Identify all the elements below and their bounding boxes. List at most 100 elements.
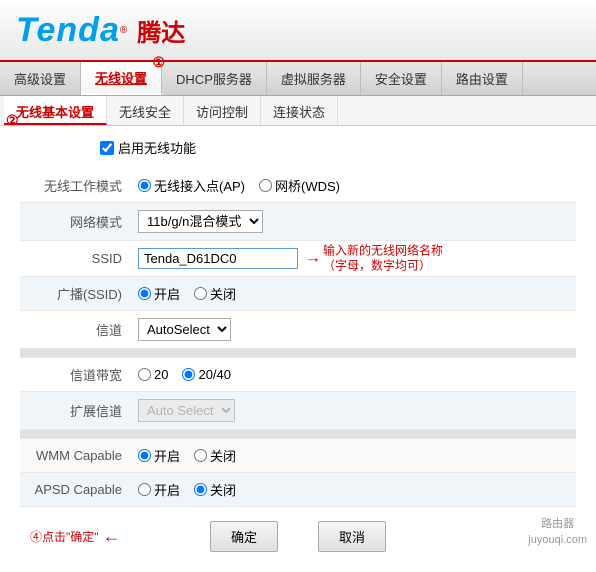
value-ssid: → 输入新的无线网络名称（字母，数字均可） [130, 241, 576, 277]
radio-broadcast-off-text: 关闭 [210, 284, 236, 303]
row-wmm: WMM Capable 开启 关闭 [20, 439, 576, 473]
radio-apsd-off[interactable] [194, 483, 207, 496]
input-ssid[interactable] [138, 248, 298, 269]
confirm-button[interactable]: 确定 [210, 521, 278, 552]
action-area: ④点击"确定" ← 确定 取消 [20, 507, 576, 560]
action-annotation: ④点击"确定" ← [30, 526, 121, 547]
value-channel: AutoSelect 1234 5678 91011 [130, 311, 576, 349]
label-channel-bw: 信道带宽 [20, 358, 130, 392]
label-apsd: APSD Capable [20, 473, 130, 507]
enable-wireless-label[interactable]: 启用无线功能 [118, 138, 196, 157]
value-apsd: 开启 关闭 [130, 473, 576, 507]
radio-bw-2040-label[interactable]: 20/40 [182, 367, 231, 382]
select-ext-channel[interactable]: Auto Select [138, 399, 235, 422]
radio-wmm-on[interactable] [138, 449, 151, 462]
radio-wmm-off[interactable] [194, 449, 207, 462]
main-nav: 高级设置 无线设置 DHCP服务器 虚拟服务器 安全设置 路由设置 [0, 62, 596, 96]
row-wireless-mode: 无线工作模式 无线接入点(AP) 网桥(WDS) [20, 169, 576, 203]
settings-table: 无线工作模式 无线接入点(AP) 网桥(WDS) 网络模式 [20, 169, 576, 507]
radio-bw-20-label[interactable]: 20 [138, 367, 168, 382]
radio-group-apsd: 开启 关闭 [138, 480, 568, 499]
nav-item-advanced[interactable]: 高级设置 [0, 62, 81, 95]
sub-nav-item-access[interactable]: 访问控制 [184, 96, 261, 125]
radio-apsd-on-label[interactable]: 开启 [138, 480, 180, 499]
radio-bw-20[interactable] [138, 368, 151, 381]
enable-wireless-checkbox[interactable] [100, 141, 114, 155]
ssid-annotation: → 输入新的无线网络名称（字母，数字均可） [305, 243, 443, 274]
radio-bw-2040-text: 20/40 [198, 367, 231, 382]
radio-broadcast-off[interactable] [194, 287, 207, 300]
select-network-mode[interactable]: 11b/g/n混合模式 11b模式 11g模式 11n模式 [138, 210, 263, 233]
radio-group-wireless-mode: 无线接入点(AP) 网桥(WDS) [138, 176, 568, 195]
enable-wireless-row: 启用无线功能 [20, 138, 576, 157]
content-area: 启用无线功能 无线工作模式 无线接入点(AP) 网桥(WDS) [0, 126, 596, 572]
label-wireless-mode: 无线工作模式 [20, 169, 130, 203]
row-broadcast: 广播(SSID) 开启 关闭 [20, 277, 576, 311]
radio-bw-20-text: 20 [154, 367, 168, 382]
row-channel-bw: 信道带宽 20 20/40 [20, 358, 576, 392]
logo-tenda-text: Tenda [16, 11, 120, 50]
nav-item-routing[interactable]: 路由设置 [442, 62, 523, 95]
row-channel: 信道 AutoSelect 1234 5678 91011 [20, 311, 576, 349]
value-wireless-mode: 无线接入点(AP) 网桥(WDS) [130, 169, 576, 203]
radio-bw-2040[interactable] [182, 368, 195, 381]
radio-apsd-off-text: 关闭 [210, 480, 236, 499]
label-broadcast: 广播(SSID) [20, 277, 130, 311]
cancel-button[interactable]: 取消 [318, 521, 386, 552]
radio-wmm-on-text: 开启 [154, 446, 180, 465]
ssid-arrow-icon: → [305, 250, 321, 268]
radio-apsd-off-label[interactable]: 关闭 [194, 480, 236, 499]
divider-2 [20, 430, 576, 439]
nav-item-virtual[interactable]: 虚拟服务器 [267, 62, 361, 95]
radio-apsd-on-text: 开启 [154, 480, 180, 499]
label-ssid: SSID [20, 241, 130, 277]
radio-broadcast-on[interactable] [138, 287, 151, 300]
radio-apsd-on[interactable] [138, 483, 151, 496]
radio-ap-text: 无线接入点(AP) [154, 176, 245, 195]
label-network-mode: 网络模式 [20, 203, 130, 241]
ssid-hint-text: 输入新的无线网络名称（字母，数字均可） [323, 243, 443, 274]
label-ext-channel: 扩展信道 [20, 392, 130, 430]
radio-wmm-off-label[interactable]: 关闭 [194, 446, 236, 465]
radio-wmm-off-text: 关闭 [210, 446, 236, 465]
value-wmm: 开启 关闭 [130, 439, 576, 473]
action-annot-text: ④点击"确定" [30, 528, 99, 545]
nav-item-wireless[interactable]: 无线设置 [81, 62, 162, 95]
value-broadcast: 开启 关闭 [130, 277, 576, 311]
row-ssid: SSID → 输入新的无线网络名称（字母，数字均可） [20, 241, 576, 277]
radio-broadcast-on-text: 开启 [154, 284, 180, 303]
radio-group-wmm: 开启 关闭 [138, 446, 568, 465]
logo-reg: ® [120, 25, 127, 36]
row-network-mode: 网络模式 11b/g/n混合模式 11b模式 11g模式 11n模式 [20, 203, 576, 241]
radio-ap[interactable] [138, 179, 151, 192]
radio-group-bw: 20 20/40 [138, 367, 568, 382]
radio-wds-label[interactable]: 网桥(WDS) [259, 176, 340, 195]
label-wmm: WMM Capable [20, 439, 130, 473]
sub-nav-item-basic[interactable]: 无线基本设置 [4, 96, 107, 125]
sub-nav: 无线基本设置 无线安全 访问控制 连接状态 [0, 96, 596, 126]
sub-nav-item-security[interactable]: 无线安全 [107, 96, 184, 125]
radio-wds[interactable] [259, 179, 272, 192]
row-ext-channel: 扩展信道 Auto Select [20, 392, 576, 430]
nav-item-dhcp[interactable]: DHCP服务器 [162, 62, 267, 95]
radio-ap-label[interactable]: 无线接入点(AP) [138, 176, 245, 195]
watermark: 路由器juyouqi.com [525, 516, 590, 549]
radio-wds-text: 网桥(WDS) [275, 176, 340, 195]
radio-broadcast-on-label[interactable]: 开启 [138, 284, 180, 303]
divider-1 [20, 349, 576, 358]
radio-broadcast-off-label[interactable]: 关闭 [194, 284, 236, 303]
logo: Tenda ® 腾达 [16, 11, 185, 50]
sub-nav-item-status[interactable]: 连接状态 [261, 96, 338, 125]
radio-wmm-on-label[interactable]: 开启 [138, 446, 180, 465]
header: Tenda ® 腾达 [0, 0, 596, 62]
label-channel: 信道 [20, 311, 130, 349]
value-ext-channel: Auto Select [130, 392, 576, 430]
nav-item-security[interactable]: 安全设置 [361, 62, 442, 95]
action-arrow-icon: ← [103, 526, 121, 547]
value-network-mode: 11b/g/n混合模式 11b模式 11g模式 11n模式 [130, 203, 576, 241]
value-channel-bw: 20 20/40 [130, 358, 576, 392]
row-apsd: APSD Capable 开启 关闭 [20, 473, 576, 507]
logo-chinese: 腾达 [137, 13, 185, 48]
select-channel[interactable]: AutoSelect 1234 5678 91011 [138, 318, 231, 341]
radio-group-broadcast: 开启 关闭 [138, 284, 568, 303]
